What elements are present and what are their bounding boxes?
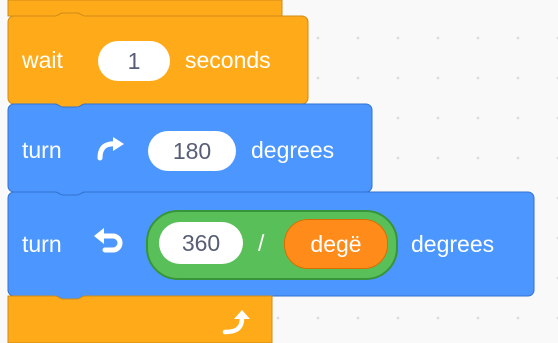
wait-label: wait (22, 47, 63, 73)
turn-right-degrees-input[interactable]: 180 (148, 131, 236, 171)
turn-right-degrees-label: degrees (251, 137, 335, 163)
turn-left-degrees-label: degrees (411, 231, 495, 257)
loop-arrow-icon (222, 310, 250, 335)
rotate-counterclockwise-icon (94, 228, 123, 253)
block-stack (7, 0, 535, 343)
divide-left-input[interactable]: 360 (159, 222, 243, 264)
divide-operator-label: / (258, 230, 265, 256)
rotate-clockwise-icon (97, 137, 124, 161)
seconds-label: seconds (185, 47, 271, 73)
wait-seconds-input[interactable]: 1 (98, 41, 170, 81)
dege-variable-reporter[interactable]: degë (284, 219, 388, 269)
turn-right-label: turn (22, 137, 62, 163)
turn-left-label: turn (22, 231, 62, 257)
control-block-top (7, 0, 283, 17)
